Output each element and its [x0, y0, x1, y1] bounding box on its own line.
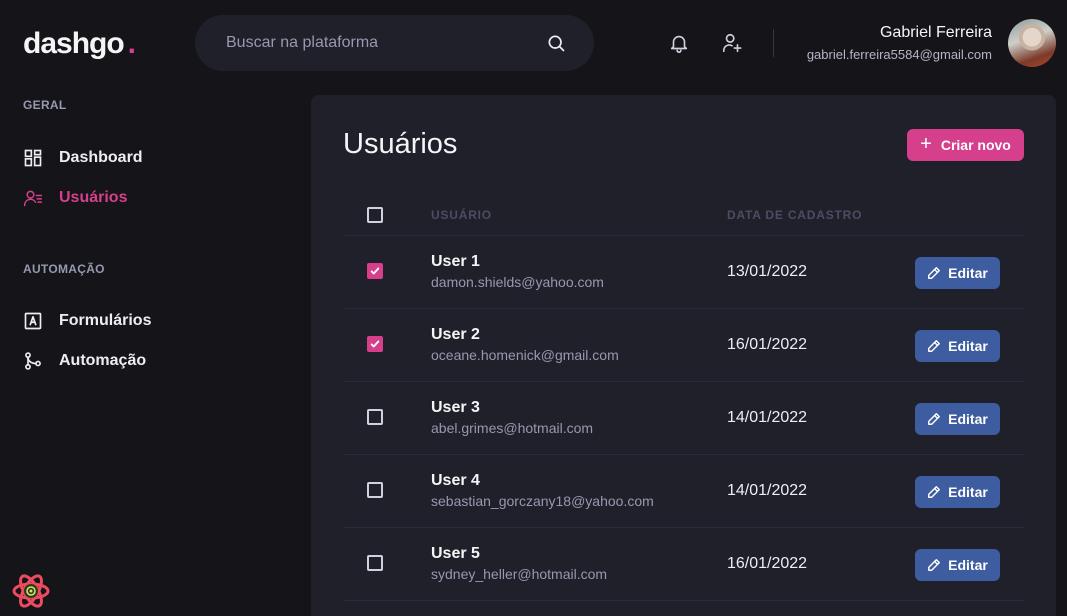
git-merge-icon	[23, 351, 43, 371]
sidebar-item-usuarios[interactable]: Usuários	[23, 188, 127, 208]
dashboard-icon	[23, 148, 43, 168]
logo-dot: .	[127, 27, 136, 60]
user-row-name: User 2	[431, 326, 480, 343]
plus-icon: +	[920, 133, 932, 155]
logo-text: dashgo	[23, 27, 125, 60]
search-input[interactable]	[226, 34, 546, 52]
table-row: User 3 abel.grimes@hotmail.com 14/01/2022 E…	[343, 382, 1024, 455]
pencil-icon	[927, 339, 941, 353]
checkmark-icon	[370, 339, 380, 349]
page-title: Usuários	[343, 128, 458, 160]
select-all-checkbox[interactable]	[367, 207, 383, 223]
user-row-date: 13/01/2022	[727, 263, 808, 280]
user-row-email: abel.grimes@hotmail.com	[431, 420, 594, 436]
edit-button-label: Editar	[948, 411, 988, 427]
add-user-icon[interactable]	[721, 32, 743, 54]
pencil-icon	[927, 558, 941, 572]
row-checkbox[interactable]	[367, 263, 383, 279]
user-row-email: oceane.homenick@gmail.com	[431, 347, 619, 363]
user-row-date: 16/01/2022	[727, 555, 808, 572]
user-name: Gabriel Ferreira	[879, 24, 992, 41]
row-checkbox[interactable]	[367, 409, 383, 425]
edit-button-label: Editar	[948, 338, 988, 354]
section-title-automacao: AUTOMAÇÃO	[23, 262, 105, 276]
bell-icon[interactable]	[668, 32, 690, 54]
sidebar-item-automacao[interactable]: Automação	[23, 351, 146, 371]
sidebar-item-formularios[interactable]: Formulários	[23, 311, 151, 331]
react-query-devtools-icon[interactable]	[12, 572, 50, 610]
table-header: USUÁRIO DATA DE CADASTRO	[343, 195, 1024, 236]
edit-button[interactable]: Editar	[915, 330, 1000, 362]
row-checkbox[interactable]	[367, 336, 383, 352]
pencil-icon	[927, 485, 941, 499]
user-row-email: sebastian_gorczany18@yahoo.com	[431, 493, 654, 509]
edit-button[interactable]: Editar	[915, 257, 1000, 289]
table-row: User 5 sydney_heller@hotmail.com 16/01/202…	[343, 528, 1024, 601]
pencil-icon	[927, 412, 941, 426]
user-row-email: sydney_heller@hotmail.com	[431, 566, 608, 582]
checkmark-icon	[370, 266, 380, 276]
user-row-name: User 1	[431, 253, 480, 270]
table-row: User 2 oceane.homenick@gmail.com 16/01/202…	[343, 309, 1024, 382]
sidebar-item-label: Automação	[59, 352, 147, 369]
edit-button-label: Editar	[948, 484, 988, 500]
sidebar-item-dashboard[interactable]: Dashboard	[23, 148, 143, 168]
user-row-email: damon.shields@yahoo.com	[431, 274, 604, 290]
edit-button[interactable]: Editar	[915, 476, 1000, 508]
row-checkbox[interactable]	[367, 482, 383, 498]
create-user-button[interactable]: + Criar novo	[907, 129, 1024, 161]
table-row: User 1 damon.shields@yahoo.com 13/01/2022 E…	[343, 236, 1024, 309]
user-row-name: User 5	[431, 545, 480, 562]
user-row-date: 16/01/2022	[727, 336, 808, 353]
search-icon[interactable]	[546, 33, 566, 53]
table-row: User 4 sebastian_gorczany18@yahoo.com 14/0…	[343, 455, 1024, 528]
column-header-data: DATA DE CADASTRO	[727, 208, 863, 222]
user-row-name: User 3	[431, 399, 480, 416]
sidebar-item-label: Formulários	[59, 312, 152, 329]
row-checkbox[interactable]	[367, 555, 383, 571]
sidebar-item-label: Dashboard	[59, 149, 143, 166]
column-header-usuario: USUÁRIO	[431, 208, 492, 222]
user-row-date: 14/01/2022	[727, 409, 808, 426]
user-row-name: User 4	[431, 472, 480, 489]
avatar[interactable]	[1008, 19, 1056, 67]
sidebar-item-label: Usuários	[59, 189, 128, 206]
user-email: gabriel.ferreira5584@gmail.com	[806, 47, 992, 62]
edit-button[interactable]: Editar	[915, 403, 1000, 435]
form-icon	[23, 311, 43, 331]
pencil-icon	[927, 266, 941, 280]
edit-button-label: Editar	[948, 265, 988, 281]
user-row-date: 14/01/2022	[727, 482, 808, 499]
edit-button[interactable]: Editar	[915, 549, 1000, 581]
edit-button-label: Editar	[948, 557, 988, 573]
create-button-label: Criar novo	[940, 137, 1011, 153]
search-bar[interactable]	[195, 15, 594, 71]
main-panel: Usuários + Criar novo USUÁRIO DATA DE CA…	[311, 95, 1056, 616]
section-title-geral: GERAL	[23, 98, 67, 112]
header-divider	[773, 29, 774, 57]
app-logo[interactable]: dashgo.	[23, 27, 136, 61]
users-icon	[23, 188, 43, 208]
